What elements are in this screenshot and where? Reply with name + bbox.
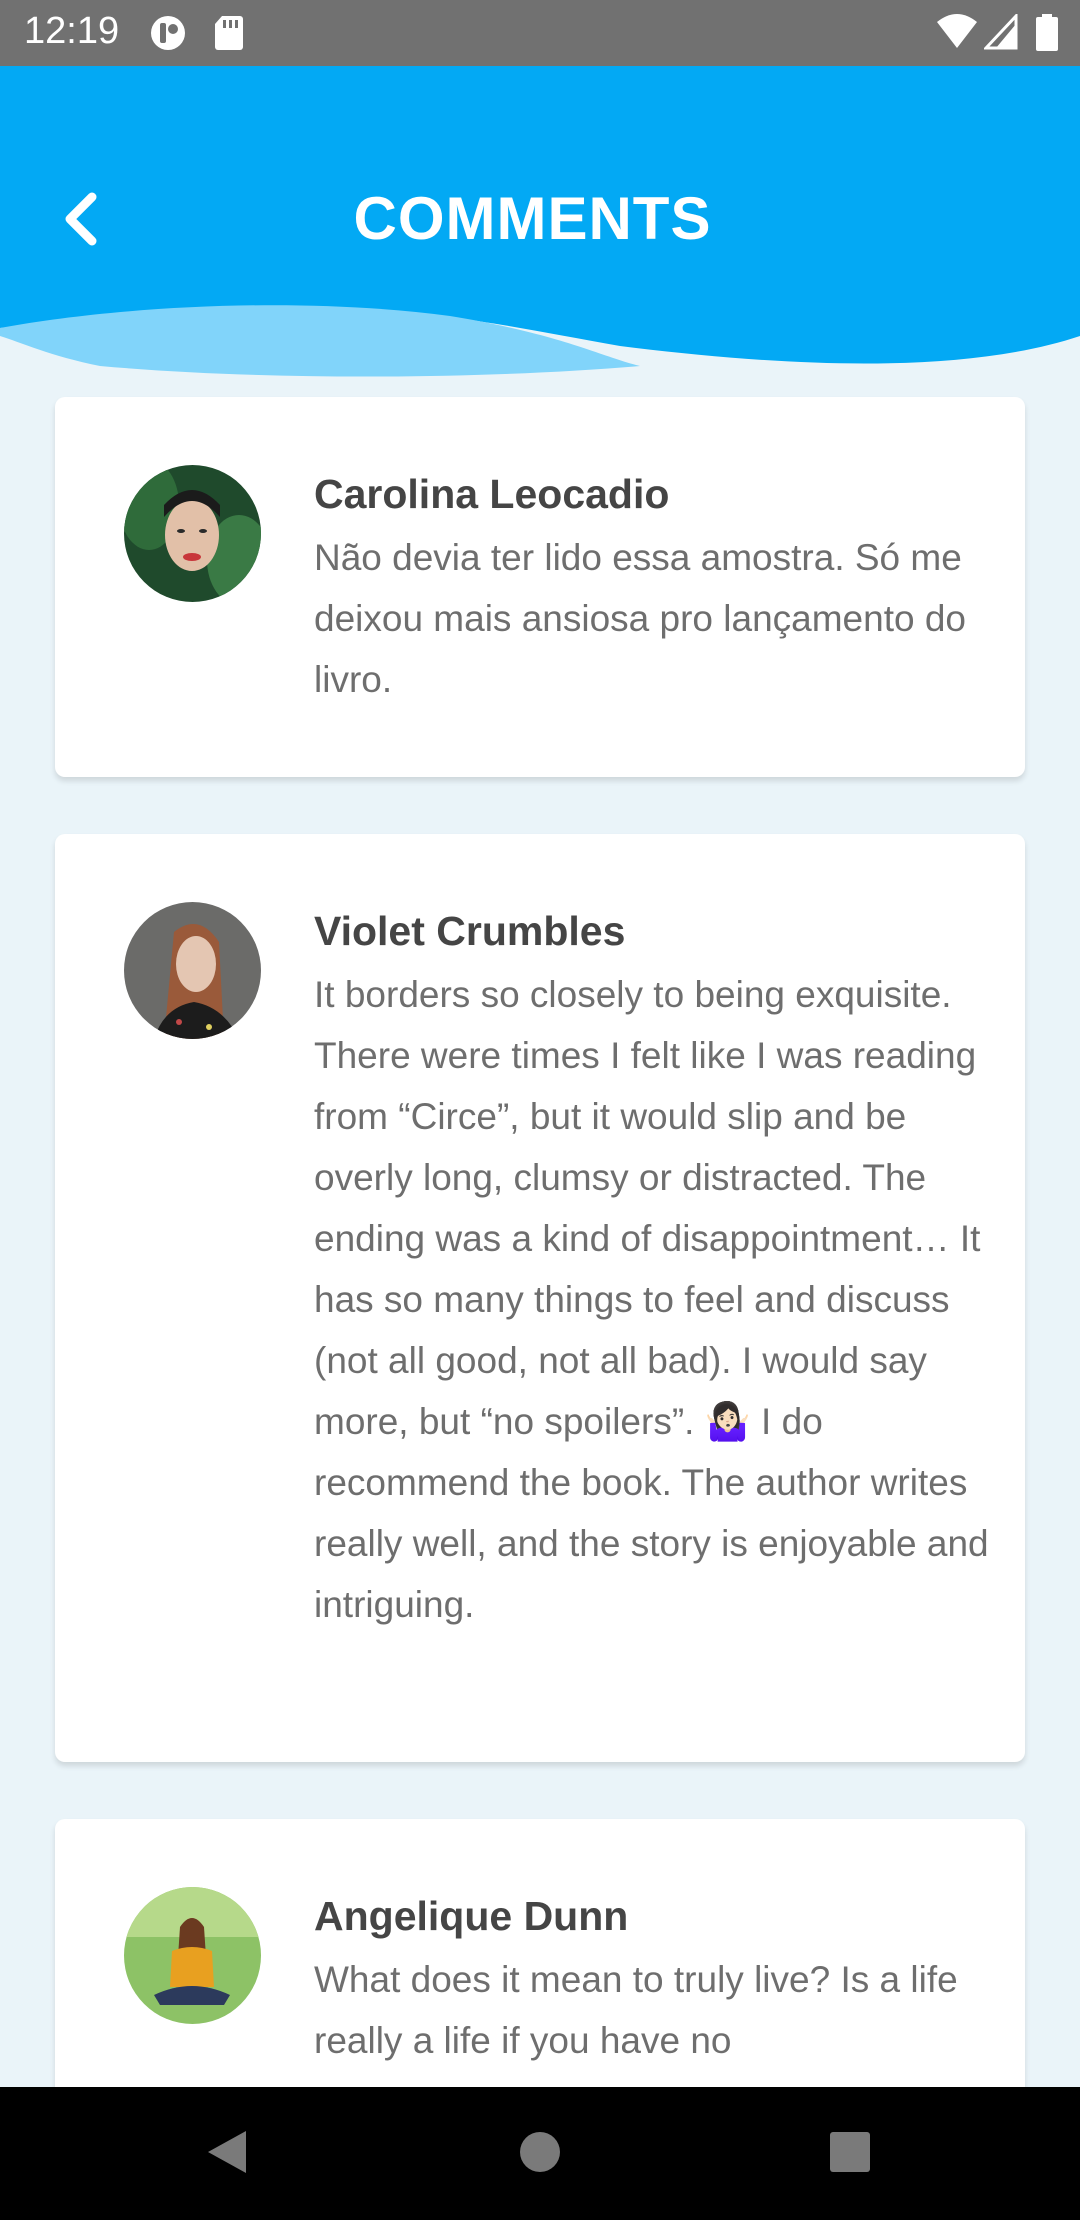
comment-card: Violet Crumbles It borders so closely to… <box>55 834 1025 1762</box>
notification-icon <box>151 16 185 50</box>
commenter-name: Angelique Dunn <box>314 1893 629 1939</box>
comment-card: Carolina Leocadio Não devia ter lido ess… <box>55 397 1025 777</box>
app-header: COMMENTS <box>0 66 1080 386</box>
back-triangle-icon[interactable] <box>204 2127 250 2177</box>
battery-icon <box>1036 14 1058 51</box>
comment-text: Não devia ter lido essa amostra. Só me d… <box>314 537 966 700</box>
home-circle-icon[interactable] <box>518 2127 562 2177</box>
comment-text: It borders so closely to being exquisite… <box>314 974 989 1625</box>
avatar <box>124 902 261 1039</box>
status-time: 12:19 <box>24 10 120 52</box>
commenter-name: Carolina Leocadio <box>314 471 670 517</box>
signal-icon <box>984 14 1018 50</box>
wifi-icon <box>937 14 977 48</box>
recents-square-icon[interactable] <box>828 2127 872 2177</box>
page-title: COMMENTS <box>353 185 712 252</box>
avatar <box>124 465 261 602</box>
status-bar: 12:19 <box>0 0 1080 66</box>
system-nav-bar <box>0 2087 1080 2220</box>
avatar <box>124 1887 261 2024</box>
comment-text: What does it mean to truly live? Is a li… <box>314 1959 958 2061</box>
sd-card-icon <box>215 16 243 50</box>
commenter-name: Violet Crumbles <box>314 908 626 954</box>
